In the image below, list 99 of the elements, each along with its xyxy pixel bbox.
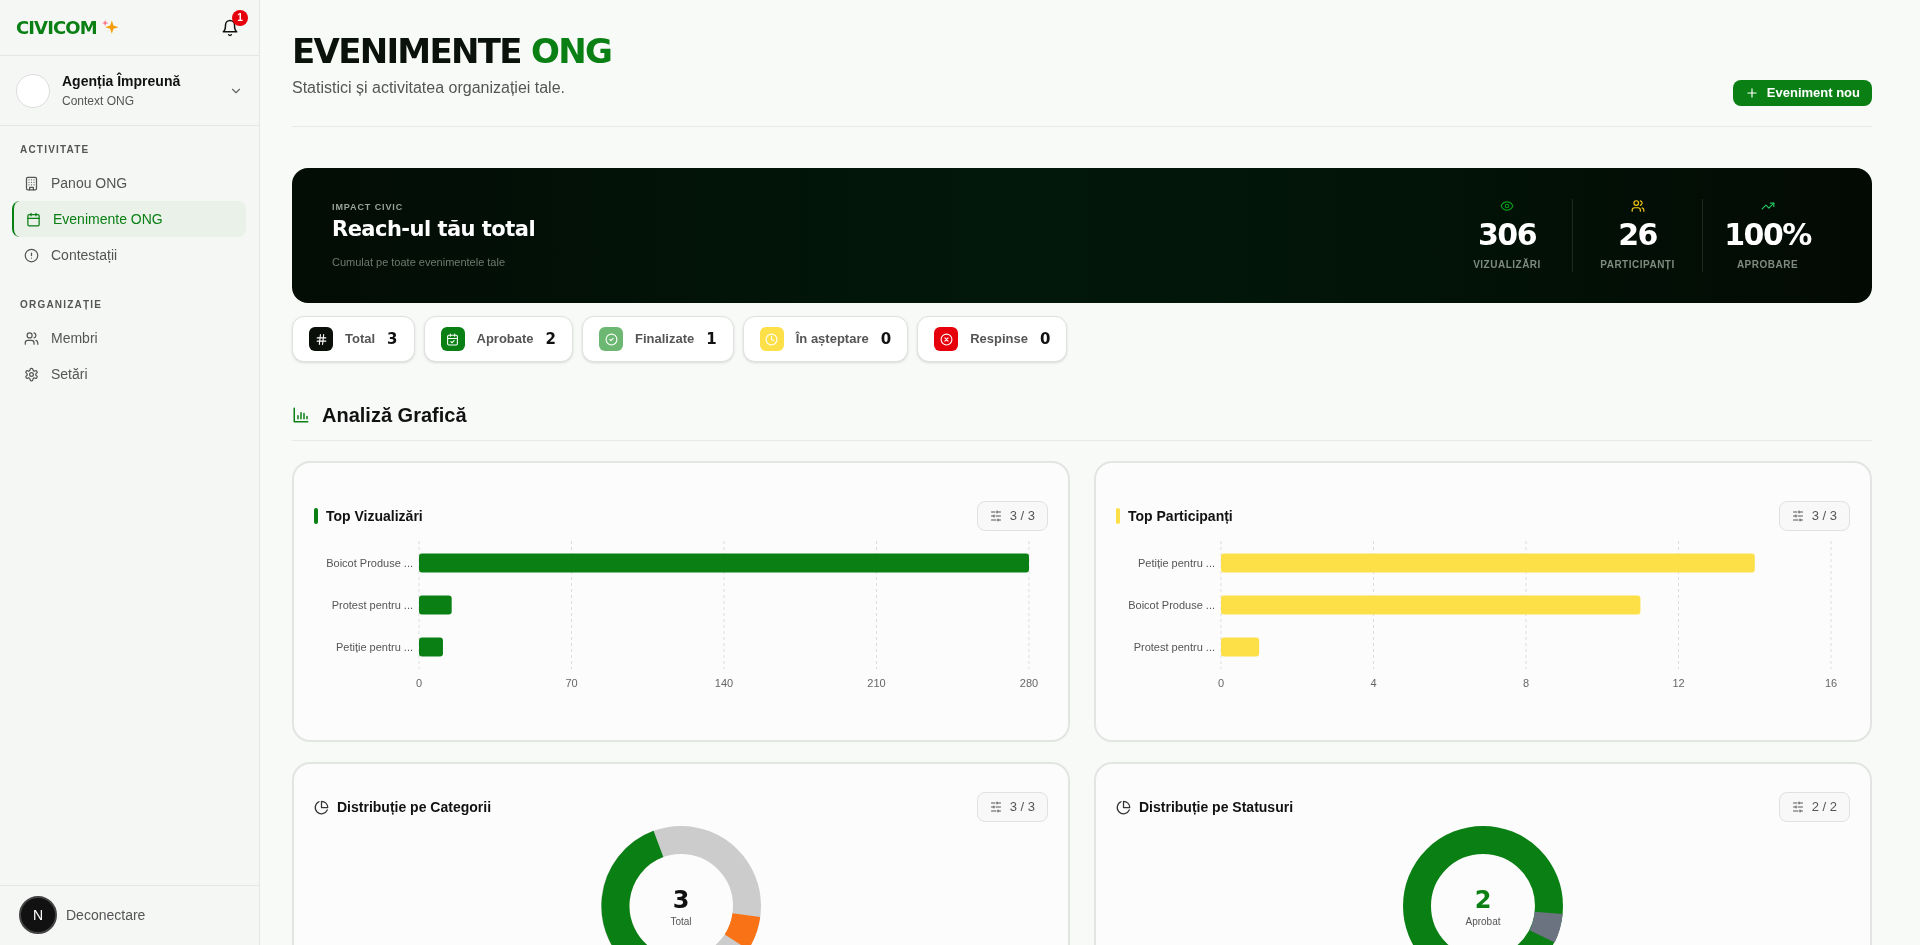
axis-tick-label: 8 (1522, 677, 1530, 689)
organization-name: Agenția Împreună (62, 71, 182, 91)
status-label: Finalizate (635, 330, 695, 349)
stat-label: PARTICIPANȚI (1600, 258, 1675, 272)
status-filter[interactable]: Finalizate 1 (582, 316, 734, 362)
chart-title: Distribuție pe Statusuri (1139, 797, 1294, 817)
sliders-icon (1791, 510, 1804, 522)
status-filter[interactable]: În așteptare 0 (742, 316, 909, 362)
donut-center-value: 3 (672, 887, 690, 912)
status-label: Total (345, 330, 376, 349)
stat-label: APROBARE (1736, 258, 1799, 272)
settings-icon (24, 366, 39, 382)
stat-value: 100% (1724, 217, 1811, 253)
section-heading: ORGANIZAȚIE (19, 298, 104, 312)
users-icon (24, 330, 39, 346)
axis-tick-label: 70 (565, 677, 578, 689)
users-icon (1630, 199, 1645, 213)
sliders-icon (989, 801, 1002, 813)
organization-avatar (16, 73, 50, 108)
category-label: Petiție pentru ... (1137, 557, 1215, 569)
bell-icon (221, 18, 239, 37)
axis-tick-label: 12 (1672, 677, 1685, 689)
category-label: Boicot Produse ... (1128, 599, 1215, 611)
pie-chart-icon (1116, 799, 1131, 815)
category-label: Protest pentru ... (1133, 641, 1215, 653)
section-title: Analiză Grafică (322, 403, 467, 428)
notifications-button[interactable] (221, 18, 239, 37)
bar-chart-icon (292, 406, 310, 424)
pie-chart-icon (314, 799, 329, 815)
building-icon (24, 175, 39, 191)
axis-tick-label: 0 (415, 677, 423, 689)
axis-tick-label: 4 (1370, 677, 1377, 689)
donut-center-value: 2 (1474, 887, 1492, 912)
bar[interactable] (1221, 637, 1260, 657)
chart-title: Top Vizualizări (326, 506, 423, 526)
status-count: 3 (387, 328, 398, 350)
axis-tick-label: 0 (1217, 677, 1225, 689)
category-label: Protest pentru ... (331, 599, 413, 611)
status-filter[interactable]: Respinse 0 (917, 316, 1068, 362)
page-subtitle: Statistici și activitatea organizației tale. (292, 78, 566, 98)
axis-tick-label: 140 (714, 677, 734, 689)
status-count: 2 (545, 328, 557, 350)
title-accent-bar (314, 508, 318, 524)
page-title: EVENIMENTE ONG (292, 34, 612, 68)
banner-eyebrow: IMPACT CIVIC (332, 200, 405, 214)
donut-center-label: Aprobat (1465, 914, 1501, 929)
banner-title: Reach-ul tău total (332, 216, 536, 244)
axis-tick-label: 16 (1824, 677, 1838, 689)
organization-selector[interactable]: Agenția Împreună Context ONG (0, 56, 259, 126)
status-count: 1 (706, 328, 717, 350)
donut-center-label: Total (670, 914, 692, 929)
stat-value: 26 (1618, 217, 1657, 253)
status-label: Aprobate (476, 330, 534, 349)
bar[interactable] (419, 637, 443, 657)
stat-label: VIZUALIZĂRI (1473, 257, 1541, 272)
sliders-icon (989, 510, 1002, 522)
organization-context: Context ONG (62, 93, 136, 110)
calendar-icon (26, 211, 41, 227)
status-count: 0 (1039, 328, 1051, 350)
sidebar-item[interactable]: Evenimente ONG (12, 201, 246, 237)
stat-value: 306 (1477, 217, 1537, 253)
filter-button[interactable]: 2 / 2 (1778, 792, 1850, 822)
calendar-check-icon (446, 332, 460, 346)
category-label: Boicot Produse ... (326, 557, 413, 569)
axis-tick-label: 280 (1019, 677, 1039, 689)
sidebar-item[interactable]: Setări (12, 356, 246, 392)
status-label: În așteptare (795, 330, 869, 349)
status-filter[interactable]: Total 3 (292, 316, 415, 362)
alert-circle-icon (24, 247, 39, 263)
sliders-icon (1791, 801, 1804, 813)
sidebar-item[interactable]: Membri (12, 320, 246, 356)
sidebar-item[interactable]: Contestații (12, 237, 246, 273)
filter-button[interactable]: 3 / 3 (976, 501, 1048, 531)
logout-button[interactable]: Deconectare (66, 905, 146, 926)
status-count: 0 (880, 328, 892, 350)
axis-tick-label: 210 (867, 677, 886, 689)
new-event-button[interactable]: Eveniment nou (1732, 80, 1872, 106)
app-logo[interactable]: CIVICOM (16, 14, 97, 41)
banner-subtitle: Cumulat pe toate evenimentele tale (332, 254, 507, 270)
hash-icon (314, 332, 328, 346)
x-circle-icon (939, 332, 953, 346)
filter-button[interactable]: 3 / 3 (1778, 501, 1850, 531)
clock-icon (765, 332, 779, 346)
status-label: Respinse (970, 330, 1028, 349)
sidebar-item[interactable]: Panou ONG (12, 165, 246, 201)
title-accent-bar (1116, 508, 1120, 524)
status-filter[interactable]: Aprobate 2 (423, 316, 574, 362)
category-label: Petiție pentru ... (335, 641, 413, 653)
chart-title: Top Participanți (1128, 506, 1233, 526)
notification-badge: 1 (232, 9, 248, 26)
dev-tools-button[interactable]: N (19, 896, 57, 934)
section-heading: ACTIVITATE (19, 143, 91, 157)
filter-button[interactable]: 3 / 3 (976, 792, 1048, 822)
eye-icon (1500, 199, 1514, 213)
chart-title: Distribuție pe Categorii (337, 797, 492, 817)
check-circle-icon (604, 332, 618, 346)
bar[interactable] (419, 595, 452, 615)
plus-icon (1744, 86, 1759, 100)
bar[interactable] (419, 553, 1029, 573)
